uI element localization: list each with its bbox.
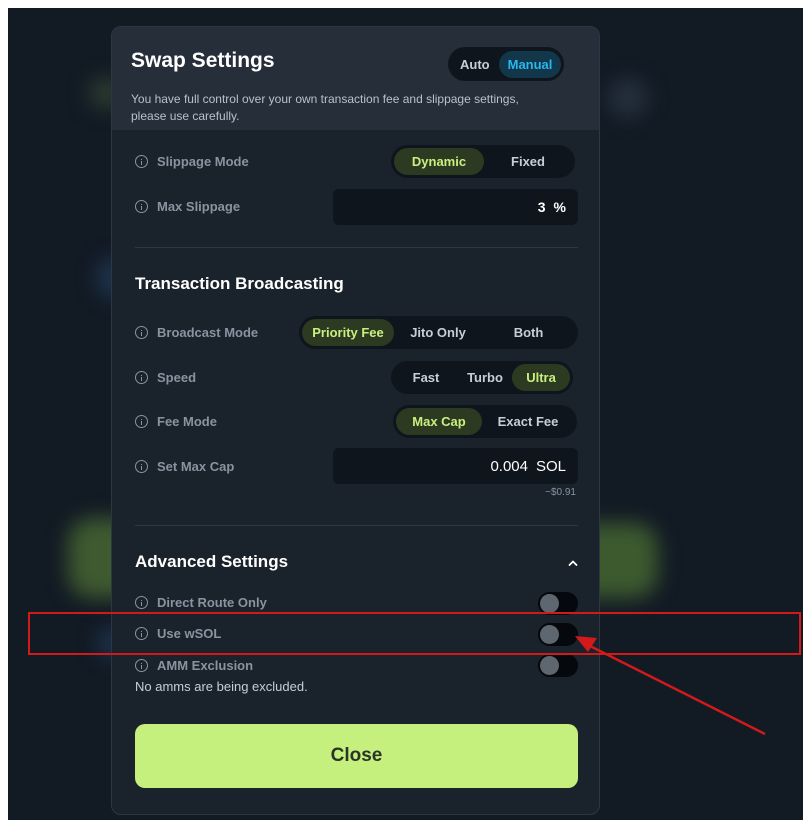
fee-mode-label: Fee Mode (135, 414, 217, 429)
divider (135, 247, 578, 248)
info-icon[interactable] (135, 371, 148, 384)
slippage-mode-label-text: Slippage Mode (157, 154, 249, 169)
direct-route-label: Direct Route Only (135, 595, 267, 610)
speed-turbo-option[interactable]: Turbo (458, 364, 512, 391)
max-cap-input[interactable]: 0.004 SOL (333, 448, 578, 484)
info-icon[interactable] (135, 326, 148, 339)
max-cap-value: 0.004 (490, 457, 528, 475)
direct-route-label-text: Direct Route Only (157, 595, 267, 610)
slippage-mode-label: Slippage Mode (135, 154, 249, 169)
slippage-mode-selector: Dynamic Fixed (391, 145, 575, 178)
amm-exclusion-label-text: AMM Exclusion (157, 658, 254, 673)
toggle-knob (540, 594, 559, 613)
annotation-highlight-box (28, 612, 801, 655)
chevron-up-icon[interactable] (568, 558, 578, 568)
close-button[interactable]: Close (135, 724, 578, 788)
advanced-section-title: Advanced Settings (135, 552, 289, 571)
broadcast-mode-label: Broadcast Mode (135, 325, 258, 340)
max-cap-unit: SOL (535, 457, 566, 475)
broadcast-both-option[interactable]: Both (482, 319, 575, 346)
settings-mode-toggle: Auto Manual (448, 47, 565, 81)
amm-exclusion-note: No amms are being excluded. (135, 679, 308, 694)
info-icon[interactable] (135, 200, 148, 213)
toggle-knob (540, 656, 559, 675)
fee-mode-label-text: Fee Mode (157, 414, 217, 429)
panel-header: Swap Settings Auto Manual You have full … (112, 27, 599, 130)
broadcast-priority-fee-option[interactable]: Priority Fee (302, 319, 394, 346)
max-slippage-input[interactable]: 3 % (333, 189, 578, 225)
max-slippage-label-text: Max Slippage (157, 199, 241, 214)
info-icon[interactable] (135, 155, 148, 168)
max-slippage-unit: % (553, 199, 566, 215)
mode-auto-option[interactable]: Auto (451, 51, 499, 78)
swap-settings-panel: Swap Settings Auto Manual You have full … (111, 26, 600, 815)
max-slippage-value: 3 (537, 199, 546, 215)
speed-fast-option[interactable]: Fast (394, 364, 458, 391)
speed-label: Speed (135, 370, 196, 385)
fee-mode-exact-fee-option[interactable]: Exact Fee (482, 408, 574, 435)
speed-label-text: Speed (157, 370, 197, 385)
amm-exclusion-toggle[interactable] (538, 654, 578, 677)
divider (135, 525, 578, 526)
speed-selector: Fast Turbo Ultra (391, 361, 573, 394)
info-icon[interactable] (135, 596, 148, 609)
set-max-cap-label-text: Set Max Cap (157, 459, 235, 474)
amm-exclusion-label: AMM Exclusion (135, 658, 253, 673)
speed-ultra-option[interactable]: Ultra (512, 364, 570, 391)
info-icon[interactable] (135, 460, 148, 473)
fee-mode-max-cap-option[interactable]: Max Cap (396, 408, 482, 435)
max-cap-usd-estimate: ~$0.91 (545, 487, 576, 498)
broadcast-mode-label-text: Broadcast Mode (157, 325, 259, 340)
slippage-dynamic-option[interactable]: Dynamic (394, 148, 484, 175)
broadcasting-section-title: Transaction Broadcasting (135, 274, 344, 293)
fee-mode-selector: Max Cap Exact Fee (393, 405, 577, 438)
panel-title: Swap Settings (131, 49, 275, 72)
background-blur (608, 78, 648, 118)
set-max-cap-label: Set Max Cap (135, 459, 234, 474)
info-icon[interactable] (135, 415, 148, 428)
panel-subtitle: You have full control over your own tran… (131, 92, 519, 123)
mode-manual-option[interactable]: Manual (498, 50, 562, 78)
broadcast-mode-selector: Priority Fee Jito Only Both (299, 316, 578, 349)
info-icon[interactable] (135, 659, 148, 672)
broadcast-jito-only-option[interactable]: Jito Only (394, 319, 482, 346)
slippage-fixed-option[interactable]: Fixed (484, 148, 572, 175)
max-slippage-label: Max Slippage (135, 199, 240, 214)
